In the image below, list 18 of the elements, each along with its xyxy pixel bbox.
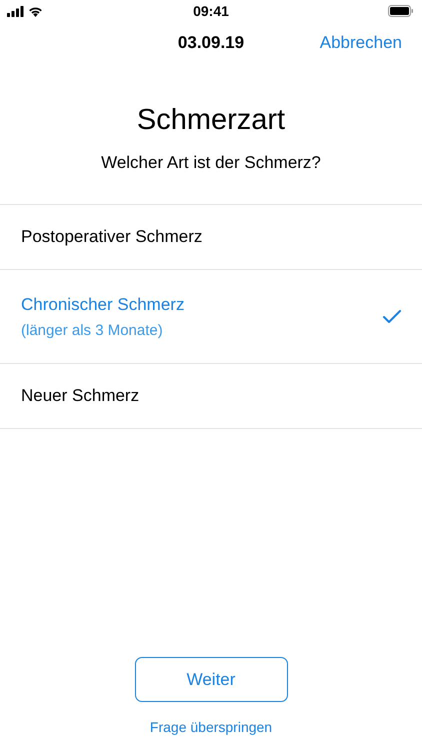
question-title: Schmerzart <box>136 104 286 137</box>
battery-icon <box>388 5 414 17</box>
option-detail: (länger als 3 Monate) <box>21 322 164 338</box>
option-item[interactable]: Chronischer Schmerz (länger als 3 Monate) <box>0 270 422 364</box>
skip-link[interactable]: Frage überspringen <box>150 719 272 735</box>
option-label: Chronischer Schmerz <box>21 294 184 314</box>
option-item[interactable]: Postoperativer Schmerz <box>0 205 422 270</box>
next-button[interactable]: Weiter <box>134 657 288 702</box>
signal-icon <box>7 6 24 16</box>
status-time: 09:41 <box>193 3 229 19</box>
option-label: Neuer Schmerz <box>21 386 140 406</box>
cancel-button[interactable]: Abbrechen <box>320 33 402 53</box>
option-label: Postoperativer Schmerz <box>21 227 202 247</box>
nav-title: 03.09.19 <box>178 33 244 53</box>
question-subtitle: Welcher Art ist der Schmerz? <box>100 153 322 173</box>
option-item[interactable]: Neuer Schmerz <box>0 364 422 429</box>
wifi-icon <box>28 6 43 16</box>
checkmark-icon <box>383 310 401 323</box>
